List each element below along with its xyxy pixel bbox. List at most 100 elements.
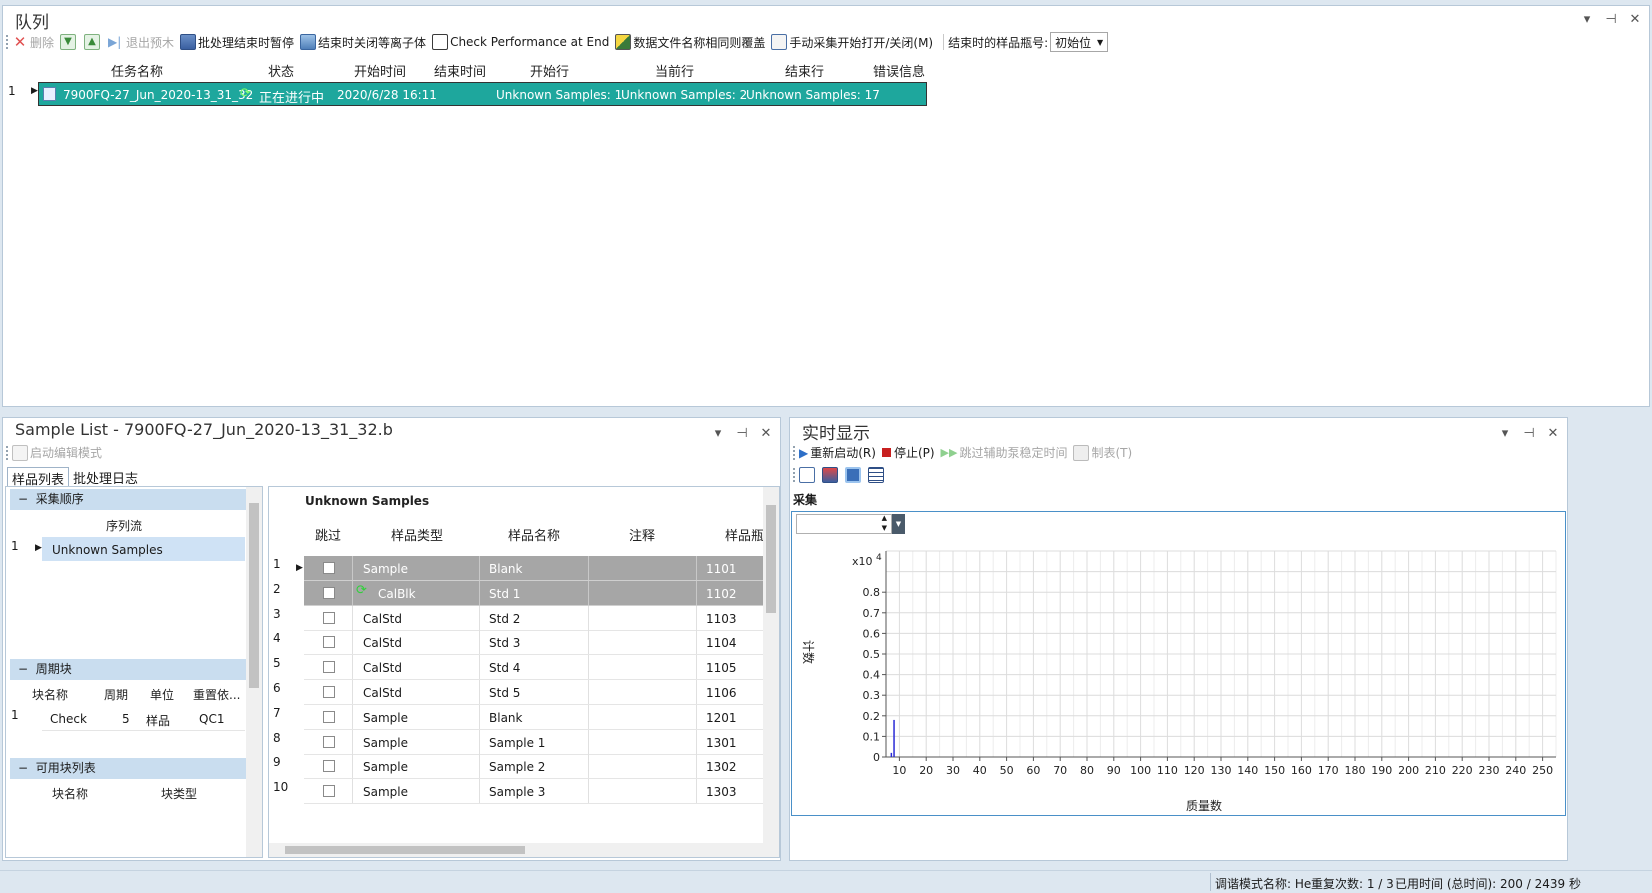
sample-row[interactable]: Sample Blank 1101 <box>304 556 763 581</box>
sample-row[interactable]: CalStd Std 4 1105 <box>304 655 763 681</box>
row-pointer-icon: ▶ <box>35 543 42 553</box>
col-error[interactable]: 错误信息 <box>873 61 925 80</box>
col-current-row[interactable]: 当前行 <box>655 61 694 80</box>
queue-row[interactable]: 7900FQ-27_Jun_2020-13_31_32 ⟳ 正在进行中 2020… <box>38 82 927 106</box>
close-icon[interactable]: ✕ <box>1547 426 1559 441</box>
col-note[interactable]: 注释 <box>629 525 655 544</box>
cell-divider <box>479 680 480 704</box>
skip-checkbox[interactable] <box>323 760 335 773</box>
col-start-time[interactable]: 开始时间 <box>354 61 406 80</box>
close-plasma-button[interactable]: 结束时关闭等离子体 <box>300 34 426 51</box>
cell-divider <box>588 729 589 754</box>
table-icon[interactable] <box>868 467 884 483</box>
col-end-row[interactable]: 结束行 <box>785 61 824 80</box>
exit-preview-button[interactable]: ▶| 退出预木 <box>108 34 174 51</box>
sample-vial: 1104 <box>706 636 737 651</box>
col-sample-name[interactable]: 样品名称 <box>508 525 560 544</box>
section-available[interactable]: − 可用块列表 <box>10 758 246 779</box>
col-task-name[interactable]: 任务名称 <box>111 61 163 80</box>
col-end-time[interactable]: 结束时间 <box>434 61 486 80</box>
col-start-row[interactable]: 开始行 <box>530 61 569 80</box>
grid-h-scrollbar[interactable] <box>269 843 779 857</box>
move-up-button[interactable]: ▲ <box>84 34 102 50</box>
cell-divider <box>588 704 589 729</box>
sequence-row[interactable]: ▶ Unknown Samples <box>35 537 245 561</box>
sample-row[interactable]: Sample Blank 1201 <box>304 704 763 730</box>
sample-row[interactable]: Sample Sample 1 1301 <box>304 729 763 755</box>
skip-checkbox[interactable] <box>323 686 335 698</box>
col-vial[interactable]: 样品瓶 <box>725 525 764 544</box>
dropdown-icon[interactable]: ▾ <box>712 426 724 441</box>
delete-button[interactable]: ✕ 删除 <box>12 34 54 51</box>
sidebar-scroll-thumb[interactable] <box>249 503 259 688</box>
periodic-row[interactable]: Check 5 样品 QC1 <box>42 707 245 731</box>
queue-panel: 队列 ▾ ⊣ ✕ ✕ 删除 ▼ ▲ ▶| 退出预木 批处理结束时暂停 结束时关闭… <box>2 5 1650 407</box>
section-periodic[interactable]: − 周期块 <box>10 659 246 680</box>
grid-v-scroll-thumb[interactable] <box>766 505 776 613</box>
edit-mode-button[interactable]: 启动编辑模式 <box>12 444 102 461</box>
pin-icon[interactable]: ⊣ <box>1605 12 1617 27</box>
sample-row[interactable]: Sample Sample 3 1303 <box>304 779 763 805</box>
close-icon[interactable]: ✕ <box>760 426 772 441</box>
skip-button[interactable]: ▶▶ 跳过辅助泵稳定时间 <box>941 444 1068 461</box>
cell-divider <box>588 605 589 630</box>
task-icon <box>43 87 56 101</box>
x-tick-label: 80 <box>1080 764 1094 777</box>
col-skip[interactable]: 跳过 <box>315 525 341 544</box>
x-tick-label: 210 <box>1425 764 1446 777</box>
line-chart-icon[interactable] <box>799 467 815 483</box>
skip-checkbox[interactable] <box>323 785 335 798</box>
pin-icon[interactable]: ⊣ <box>736 426 748 441</box>
cell-divider <box>479 754 480 779</box>
cell-divider <box>479 556 480 580</box>
arrow-up-icon: ▲ <box>84 34 101 50</box>
move-down-button[interactable]: ▼ <box>60 34 78 50</box>
manual-toggle-button[interactable]: 手动采集开始打开/关闭(M) <box>771 34 933 51</box>
sidebar-scrollbar[interactable] <box>246 487 262 857</box>
pin-icon[interactable]: ⊣ <box>1523 426 1535 441</box>
sample-row[interactable]: CalStd Std 2 1103 <box>304 605 763 631</box>
pause-batch-button[interactable]: 批处理结束时暂停 <box>180 34 294 51</box>
sample-type: CalBlk <box>378 586 416 601</box>
x-tick-label: 30 <box>946 764 960 777</box>
dropdown-icon[interactable]: ▾ <box>1581 12 1593 27</box>
bar-chart-icon[interactable] <box>845 467 861 483</box>
skip-checkbox[interactable] <box>323 735 335 748</box>
task-start-time: 2020/6/28 16:11 <box>337 88 437 102</box>
y-tick-label: 0.4 <box>863 669 881 682</box>
stop-button[interactable]: 停止(P) <box>881 444 935 461</box>
skip-checkbox[interactable] <box>323 661 335 674</box>
queue-window-controls: ▾ ⊣ ✕ <box>1581 12 1641 27</box>
x-axis-label: 质量数 <box>1186 798 1222 813</box>
sample-row[interactable]: Sample Sample 2 1302 <box>304 754 763 780</box>
grid-h-scroll-thumb[interactable] <box>285 846 525 854</box>
cell-divider <box>352 580 353 605</box>
sample-row[interactable]: CalStd Std 3 1104 <box>304 630 763 656</box>
sample-row[interactable]: CalStd Std 5 1106 <box>304 680 763 705</box>
skip-checkbox[interactable] <box>323 611 335 624</box>
col-block-name: 块名称 <box>32 688 69 702</box>
skip-checkbox[interactable] <box>323 710 335 723</box>
dropdown-icon[interactable]: ▾ <box>1499 426 1511 441</box>
col-status[interactable]: 状态 <box>268 61 294 80</box>
skip-checkbox[interactable] <box>323 586 335 599</box>
col-avail-block-type: 块类型 <box>161 787 198 801</box>
section-sequence[interactable]: − 采集顺序 <box>10 489 246 510</box>
sample-list-window-controls: ▾ ⊣ ✕ <box>712 426 772 441</box>
x-tick-label: 90 <box>1107 764 1121 777</box>
overwrite-button[interactable]: 数据文件名称相同则覆盖 <box>615 34 765 51</box>
end-vial-select[interactable]: 初始位 ▼ <box>1050 32 1109 52</box>
skip-checkbox[interactable] <box>323 562 335 574</box>
spectrum-icon[interactable] <box>822 467 838 483</box>
col-sample-type[interactable]: 样品类型 <box>391 525 443 544</box>
restart-button[interactable]: ▶ 重新启动(R) <box>799 444 876 461</box>
print-button[interactable]: 制表(T) <box>1073 444 1132 461</box>
x-tick-label: 40 <box>973 764 987 777</box>
close-icon[interactable]: ✕ <box>1629 12 1641 27</box>
skip-checkbox[interactable] <box>323 636 335 649</box>
check-performance-button[interactable]: Check Performance at End <box>432 34 609 50</box>
sample-row-number: 5 <box>273 656 281 671</box>
cell-divider <box>588 556 589 580</box>
grid-v-scrollbar[interactable] <box>763 487 779 843</box>
sample-row[interactable]: ⟳ CalBlk Std 1 1102 <box>304 580 763 606</box>
